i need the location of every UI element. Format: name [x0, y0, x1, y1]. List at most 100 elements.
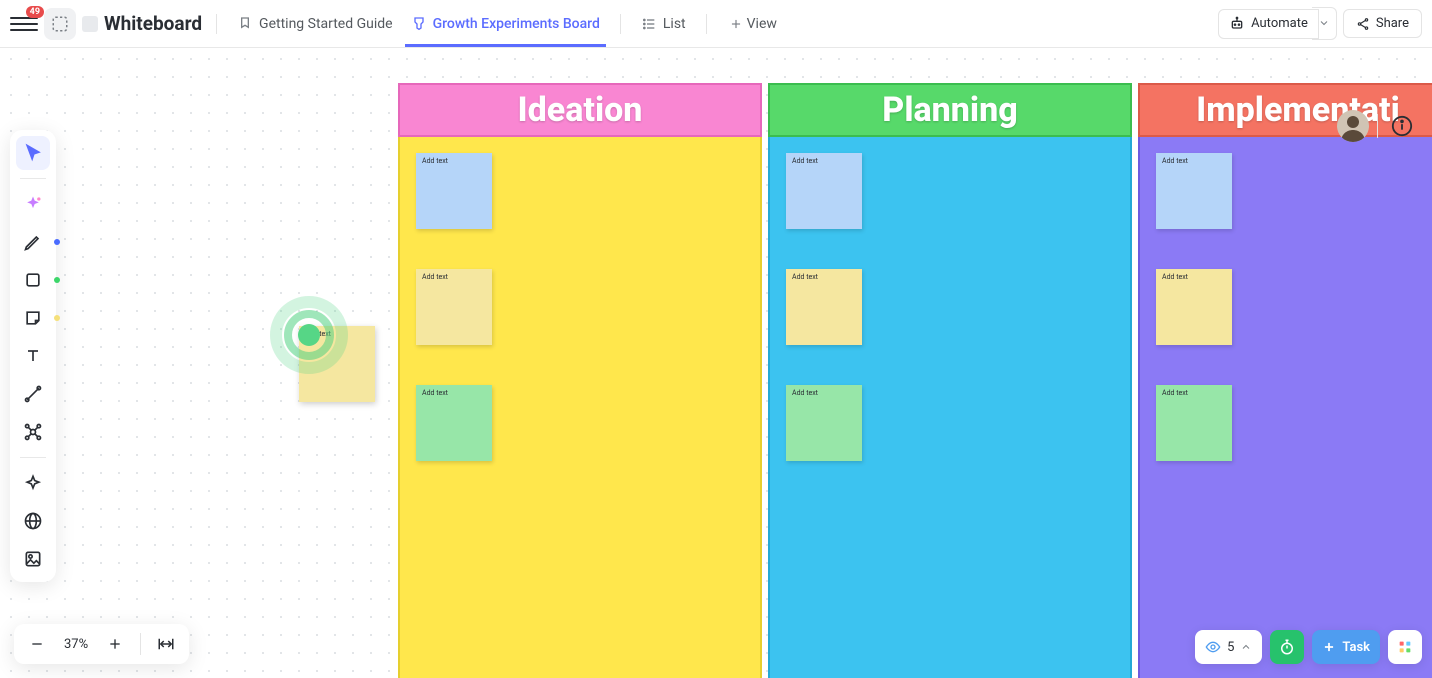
share-label: Share	[1376, 16, 1409, 31]
topbar: 49 Whiteboard Getting Started Guide Grow…	[0, 0, 1432, 48]
apps-grid-icon	[1397, 639, 1413, 655]
sticky-note[interactable]: Add text	[416, 269, 492, 345]
divider	[706, 14, 707, 34]
tab-getting-started[interactable]: Getting Started Guide	[231, 1, 399, 47]
share-button[interactable]: Share	[1343, 9, 1422, 38]
tool-ai[interactable]	[16, 187, 50, 221]
sparkle-icon	[23, 473, 43, 493]
sticky-note[interactable]: Add text	[1156, 269, 1232, 345]
tab-label: Growth Experiments Board	[433, 16, 600, 32]
eye-icon	[1205, 639, 1221, 655]
avatar-icon	[1337, 110, 1369, 142]
list-icon	[641, 16, 657, 32]
image-icon	[23, 549, 43, 569]
tool-more[interactable]	[16, 466, 50, 500]
tool-web[interactable]	[16, 504, 50, 538]
ai-sparkle-icon	[23, 194, 43, 214]
sticky-note[interactable]: Add text	[786, 269, 862, 345]
menu-button[interactable]: 49	[10, 10, 38, 38]
tab-list[interactable]: List	[635, 1, 692, 47]
whiteboard-mode-icon[interactable]	[44, 8, 76, 40]
tool-shape[interactable]	[16, 263, 50, 297]
column-header: Planning	[768, 83, 1132, 137]
column-ideation: Ideation Add text Add text Add text	[398, 83, 762, 678]
pen-icon	[23, 232, 43, 252]
sticky-note-icon	[23, 308, 43, 328]
column-body[interactable]: Add text Add text Add text	[1138, 137, 1432, 678]
column-body[interactable]: Add text Add text Add text	[398, 137, 762, 678]
sticky-note[interactable]: Add text	[786, 153, 862, 229]
plus-icon	[107, 636, 123, 652]
tab-growth-board[interactable]: Growth Experiments Board	[405, 1, 606, 47]
divider	[620, 14, 621, 34]
tool-sticky[interactable]	[16, 301, 50, 335]
divider	[1377, 114, 1378, 138]
robot-icon	[1229, 16, 1245, 32]
chevron-down-icon	[1318, 17, 1330, 29]
mindmap-icon	[23, 422, 43, 442]
stopwatch-icon	[1278, 638, 1296, 656]
page-title: Whiteboard	[104, 12, 202, 35]
sticky-note[interactable]: Add text	[1156, 385, 1232, 461]
tab-label: Getting Started Guide	[259, 16, 393, 32]
kanban-board: Ideation Add text Add text Add text Plan…	[398, 83, 1432, 678]
share-icon	[1356, 17, 1370, 31]
board-pin-icon	[411, 16, 427, 32]
timer-button[interactable]	[1270, 630, 1304, 664]
square-icon	[23, 270, 43, 290]
column-body[interactable]: Add text Add text Add text	[768, 137, 1132, 678]
tool-connector[interactable]	[16, 377, 50, 411]
fit-width-icon	[157, 635, 175, 653]
add-task-button[interactable]: Task	[1312, 630, 1380, 664]
column-implementation: Implementati Add text Add text Add text	[1138, 83, 1432, 678]
viewers-count: 5	[1227, 640, 1234, 655]
plus-icon	[729, 17, 743, 31]
add-view-button[interactable]: View	[721, 16, 785, 32]
tool-mindmap[interactable]	[16, 415, 50, 449]
avatar[interactable]	[1337, 110, 1369, 142]
divider	[216, 14, 217, 34]
task-label: Task	[1342, 640, 1370, 655]
floating-sticky-note[interactable]: Add text	[299, 326, 375, 402]
apps-button[interactable]	[1388, 630, 1422, 664]
divider	[140, 633, 141, 655]
chevron-up-icon	[1240, 641, 1252, 653]
globe-icon	[23, 511, 43, 531]
sticky-note[interactable]: Add text	[786, 385, 862, 461]
automate-button[interactable]: Automate	[1218, 9, 1319, 39]
color-indicator	[54, 239, 60, 245]
doc-pin-icon	[237, 16, 253, 32]
column-planning: Planning Add text Add text Add text	[768, 83, 1132, 678]
info-icon	[1391, 115, 1413, 137]
viewers-chip[interactable]: 5	[1195, 630, 1262, 664]
toolbox	[10, 130, 56, 582]
canvas-top-right	[1337, 110, 1418, 142]
minus-icon	[29, 636, 45, 652]
color-indicator	[54, 277, 60, 283]
zoom-in-button[interactable]	[98, 627, 132, 661]
canvas-area[interactable]: Add text Ideation Add text Add text Add …	[0, 48, 1432, 678]
zoom-fit-button[interactable]	[149, 627, 183, 661]
tool-text[interactable]	[16, 339, 50, 373]
info-button[interactable]	[1386, 110, 1418, 142]
text-icon	[23, 346, 43, 366]
tool-select[interactable]	[16, 136, 50, 170]
tool-pen[interactable]	[16, 225, 50, 259]
plus-icon	[1322, 640, 1336, 654]
zoom-controls: 37%	[14, 624, 189, 664]
color-indicator	[54, 315, 60, 321]
sticky-note[interactable]: Add text	[1156, 153, 1232, 229]
bottom-right-toolbar: 5 Task	[1195, 630, 1422, 664]
zoom-out-button[interactable]	[20, 627, 54, 661]
title-color-swatch	[82, 16, 98, 32]
tool-image[interactable]	[16, 542, 50, 576]
column-header: Ideation	[398, 83, 762, 137]
zoom-level[interactable]: 37%	[58, 637, 94, 652]
view-label: View	[747, 16, 777, 32]
sticky-note[interactable]: Add text	[416, 385, 492, 461]
automate-label: Automate	[1251, 16, 1308, 31]
tab-label: List	[663, 16, 686, 32]
automate-dropdown[interactable]	[1312, 7, 1337, 40]
cursor-icon	[23, 143, 43, 163]
sticky-note[interactable]: Add text	[416, 153, 492, 229]
